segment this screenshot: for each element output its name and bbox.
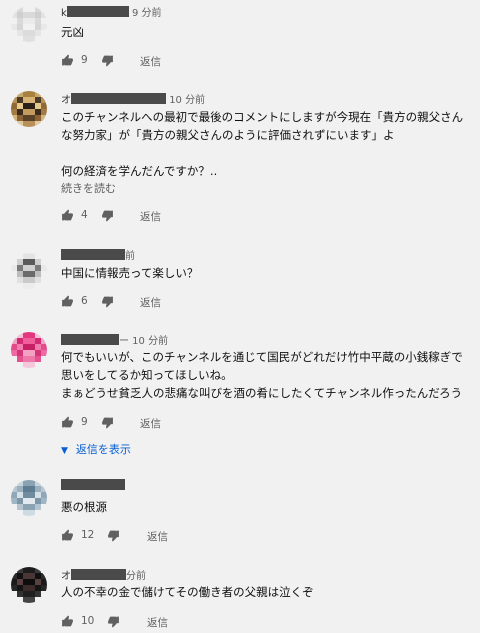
author-name-redacted[interactable] [66, 6, 129, 17]
comment-time[interactable]: 10 分前 [169, 95, 205, 106]
comment-4: ー 10 分前 何でもいいが、このチャンネルを通じて国民がどれだけ竹中平蔵の小銭… [0, 328, 480, 460]
like-count: 6 [81, 295, 88, 307]
avatar[interactable] [11, 91, 47, 127]
like-count: 10 [81, 615, 95, 627]
thumb-up-icon[interactable] [61, 529, 74, 542]
like-count: 4 [81, 209, 88, 221]
caret-down-icon: ▼ [61, 446, 68, 456]
reply-button[interactable]: 返信 [140, 295, 161, 310]
like-count: 9 [81, 54, 88, 66]
comment-5: 悪の根源 12 返信 [0, 475, 480, 555]
thumb-down-icon[interactable] [101, 295, 114, 308]
comment-6: オ 分前 人の不幸の金で儲けてその働き者の父親は泣くぞ 10 返信 [0, 563, 480, 633]
author-name-redacted[interactable] [71, 93, 166, 104]
show-replies-button[interactable]: ▼ 返信を表示 [61, 441, 131, 457]
comment-2: オ 10 分前 このチャンネルへの最初で最後のコメントにしますが今現在「貴方の親… [0, 85, 480, 235]
comment-time[interactable]: 前 [125, 251, 135, 262]
author-name-redacted[interactable] [61, 334, 119, 345]
thumb-down-icon[interactable] [101, 54, 114, 67]
author-name-redacted[interactable] [61, 479, 125, 490]
thumb-down-icon[interactable] [107, 615, 120, 628]
thumb-up-icon[interactable] [61, 209, 74, 222]
comment-text: 元凶 [61, 25, 84, 39]
avatar[interactable] [11, 253, 47, 289]
author-initial[interactable]: オ [61, 95, 71, 106]
thumb-down-icon[interactable] [107, 529, 120, 542]
reply-button[interactable]: 返信 [147, 529, 168, 544]
comment-header: 前 [61, 247, 135, 262]
comment-time[interactable]: 9 分前 [132, 8, 162, 19]
thumb-up-icon[interactable] [61, 54, 74, 67]
comment-text: 人の不幸の金で儲けてその働き者の父親は泣くぞ [61, 585, 314, 599]
comment-time[interactable]: ー 10 分前 [119, 336, 168, 347]
author-initial[interactable]: オ [61, 571, 71, 582]
comment-header: ー 10 分前 [61, 332, 168, 347]
thumb-up-icon[interactable] [61, 416, 74, 429]
comment-text: このチャンネルへの最初で最後のコメントにしますが今現在「貴方の親父さん な努力家… [61, 110, 464, 178]
comment-time[interactable]: 分前 [126, 571, 146, 582]
comment-header: オ 10 分前 [61, 91, 205, 106]
comment-text: 何でもいいが、このチャンネルを通じて国民がどれだけ竹中平蔵の小銭稼ぎで 思いをし… [61, 350, 463, 400]
thumb-up-icon[interactable] [61, 295, 74, 308]
author-name-redacted[interactable] [71, 569, 126, 580]
comment-text: 悪の根源 [61, 500, 107, 514]
thumb-down-icon[interactable] [101, 416, 114, 429]
comment-header [61, 479, 125, 493]
thumb-up-icon[interactable] [61, 615, 74, 628]
show-replies-label: 返信を表示 [75, 443, 131, 456]
comment-text: 中国に情報売って楽しい？ [61, 266, 199, 280]
reply-button[interactable]: 返信 [140, 416, 161, 431]
comment-1: k 9 分前 元凶 9 返信 [0, 0, 480, 75]
comment-3: 前 中国に情報売って楽しい？ 6 返信 [0, 243, 480, 323]
author-name-redacted[interactable] [61, 249, 125, 260]
reply-button[interactable]: 返信 [140, 54, 161, 69]
reply-button[interactable]: 返信 [140, 209, 161, 224]
comment-header: k 9 分前 [61, 4, 162, 19]
avatar[interactable] [11, 480, 47, 516]
thumb-down-icon[interactable] [101, 209, 114, 222]
like-count: 12 [81, 529, 95, 541]
read-more-link[interactable]: 続きを読む [61, 180, 116, 196]
avatar[interactable] [11, 332, 47, 368]
reply-button[interactable]: 返信 [147, 615, 168, 630]
like-count: 9 [81, 416, 88, 428]
avatar[interactable] [11, 6, 47, 42]
avatar[interactable] [11, 567, 47, 603]
comment-header: オ 分前 [61, 567, 146, 582]
